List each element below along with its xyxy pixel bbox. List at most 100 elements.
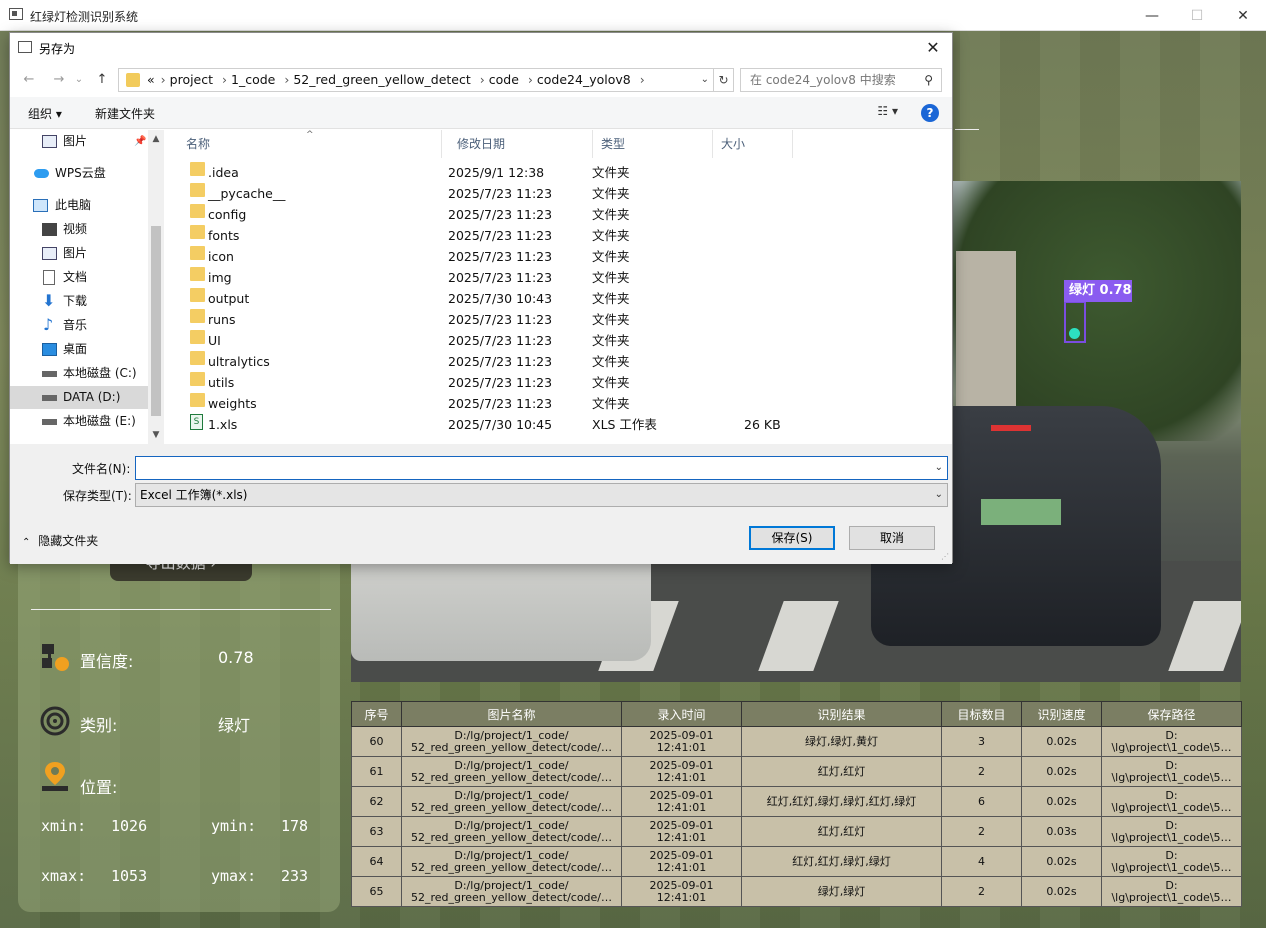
sort-up-icon: ^ xyxy=(306,130,314,140)
column-header-date[interactable]: 修改日期 xyxy=(449,130,593,158)
cell-result: 红灯,红灯,绿灯,绿灯,红灯,绿灯 xyxy=(741,786,942,817)
header-path[interactable]: 保存路径 xyxy=(1101,701,1242,727)
scroll-down-icon[interactable]: ▼ xyxy=(148,430,164,440)
filetype-label: 保存类型(T): xyxy=(63,489,132,503)
pictures-icon xyxy=(42,247,57,260)
hide-folders-toggle[interactable]: ⌃ 隐藏文件夹 xyxy=(22,532,98,549)
breadcrumb-project[interactable]: project xyxy=(170,72,213,87)
file-row-xls[interactable]: S 1.xls 2025/7/30 10:45 XLS 工作表 26 KB xyxy=(178,414,948,435)
search-input[interactable]: 在 code24_yolov8 中搜索 ⚲ xyxy=(740,68,942,92)
chevron-down-icon[interactable]: ⌄ xyxy=(935,457,943,479)
nav-item-downloads[interactable]: ⬇ 下载 xyxy=(10,290,148,313)
cancel-button[interactable]: 取消 xyxy=(849,526,935,550)
organize-button[interactable]: 组织 ▾ xyxy=(28,105,62,122)
ymax-value: 233 xyxy=(281,867,309,885)
folder-icon xyxy=(190,288,205,302)
header-id[interactable]: 序号 xyxy=(351,701,402,727)
table-row[interactable]: 63 D:/lg/project/1_code/52_red_green_yel… xyxy=(351,816,1242,847)
table-row[interactable]: 61 D:/lg/project/1_code/52_red_green_yel… xyxy=(351,756,1242,787)
file-type: 文件夹 xyxy=(592,228,630,243)
save-as-dialog: 另存为 ✕ ← → ⌄ ↑ «› project › 1_code › 52_red… xyxy=(9,32,953,564)
cell-speed: 0.02s xyxy=(1021,876,1102,907)
new-folder-button[interactable]: 新建文件夹 xyxy=(95,105,155,122)
cell-date: 2025-09-01 xyxy=(649,728,714,742)
desktop-icon xyxy=(42,343,57,356)
file-row-ultralytics[interactable]: ultralytics 2025/7/23 11:23 文件夹 xyxy=(178,351,948,372)
close-window-button[interactable]: ✕ xyxy=(1220,0,1266,31)
nav-item-drive-c[interactable]: 本地磁盘 (C:) xyxy=(10,362,148,385)
header-name[interactable]: 图片名称 xyxy=(401,701,622,727)
maximize-button[interactable]: ☐ xyxy=(1174,0,1220,31)
file-row-icon[interactable]: icon 2025/7/23 11:23 文件夹 xyxy=(178,246,948,267)
filetype-select[interactable]: Excel 工作簿(*.xls) ⌄ xyxy=(135,483,948,507)
file-row-output[interactable]: output 2025/7/30 10:43 文件夹 xyxy=(178,288,948,309)
file-row-img[interactable]: img 2025/7/23 11:23 文件夹 xyxy=(178,267,948,288)
file-row-weights[interactable]: weights 2025/7/23 11:23 文件夹 xyxy=(178,393,948,414)
table-row[interactable]: 65 D:/lg/project/1_code/52_red_green_yel… xyxy=(351,876,1242,907)
folder-icon xyxy=(190,183,205,197)
file-row-idea[interactable]: .idea 2025/9/1 12:38 文件夹 xyxy=(178,162,948,183)
cell-path-line1: D: xyxy=(1165,758,1178,772)
cell-result: 红灯,红灯,绿灯,绿灯 xyxy=(741,846,942,877)
nav-item-wps-cloud[interactable]: WPS云盘 xyxy=(10,162,148,185)
nav-item-desktop[interactable]: 桌面 xyxy=(10,338,148,361)
file-name: img xyxy=(208,270,232,285)
nav-item-pictures-pinned[interactable]: 图片 📌 xyxy=(10,130,148,153)
scrollbar-thumb[interactable] xyxy=(151,226,161,416)
header-result[interactable]: 识别结果 xyxy=(741,701,942,727)
breadcrumb-detect[interactable]: 52_red_green_yellow_detect xyxy=(293,72,470,87)
file-row-ui[interactable]: UI 2025/7/23 11:23 文件夹 xyxy=(178,330,948,351)
nav-item-music[interactable]: ♪ 音乐 xyxy=(10,314,148,337)
cell-path-line1: D: xyxy=(1165,728,1178,742)
nav-item-documents[interactable]: 文档 xyxy=(10,266,148,289)
navigation-scrollbar[interactable]: ▲ ▼ xyxy=(148,130,164,444)
breadcrumb-1-code[interactable]: 1_code xyxy=(231,72,275,87)
file-size: 26 KB xyxy=(744,417,781,432)
refresh-button[interactable]: ↻ xyxy=(714,68,734,92)
table-row[interactable]: 62 D:/lg/project/1_code/52_red_green_yel… xyxy=(351,786,1242,817)
file-row-config[interactable]: config 2025/7/23 11:23 文件夹 xyxy=(178,204,948,225)
table-row[interactable]: 60 D:/lg/project/1_code/52_red_green_yel… xyxy=(351,726,1242,757)
nav-item-drive-d[interactable]: DATA (D:) xyxy=(10,386,148,409)
results-table[interactable]: 序号 图片名称 录入时间 识别结果 目标数目 识别速度 保存路径 60 D:/l… xyxy=(351,701,1242,907)
nav-item-label: 图片 xyxy=(63,134,88,148)
minimize-button[interactable]: — xyxy=(1129,0,1175,31)
column-header-size[interactable]: 大小 xyxy=(713,130,793,158)
breadcrumb-code[interactable]: code xyxy=(489,72,519,87)
save-button[interactable]: 保存(S) xyxy=(749,526,835,550)
cell-path: D: \lg\project\1_code\5… xyxy=(1101,786,1242,817)
chevron-down-icon[interactable]: ⌄ xyxy=(701,69,709,91)
address-bar[interactable]: «› project › 1_code › 52_red_green_yellow_… xyxy=(118,68,714,92)
file-name: icon xyxy=(208,249,234,264)
filename-input[interactable]: ⌄ xyxy=(135,456,948,480)
location-pin-icon xyxy=(40,760,70,791)
nav-item-videos[interactable]: 视频 xyxy=(10,218,148,241)
nav-item-drive-e[interactable]: 本地磁盘 (E:) xyxy=(10,410,148,433)
table-row[interactable]: 64 D:/lg/project/1_code/52_red_green_yel… xyxy=(351,846,1242,877)
file-row-runs[interactable]: runs 2025/7/23 11:23 文件夹 xyxy=(178,309,948,330)
back-button[interactable]: ← xyxy=(18,69,40,91)
resize-grip-icon[interactable]: ⋰ xyxy=(941,552,949,561)
breadcrumb-overflow[interactable]: « xyxy=(147,72,155,87)
dialog-close-button[interactable]: ✕ xyxy=(920,36,946,60)
computer-icon xyxy=(33,199,48,212)
help-icon[interactable]: ? xyxy=(921,104,939,122)
column-header-name[interactable]: 名称 ^ xyxy=(178,130,442,158)
nav-item-this-pc[interactable]: 此电脑 xyxy=(10,194,148,217)
file-row-utils[interactable]: utils 2025/7/23 11:23 文件夹 xyxy=(178,372,948,393)
header-time[interactable]: 录入时间 xyxy=(621,701,742,727)
header-speed[interactable]: 识别速度 xyxy=(1021,701,1102,727)
up-folder-button[interactable]: ↑ xyxy=(91,69,113,91)
chevron-down-icon[interactable]: ⌄ xyxy=(935,484,943,506)
view-options-button[interactable]: ☷ ▾ xyxy=(877,104,898,118)
nav-item-pictures[interactable]: 图片 xyxy=(10,242,148,265)
file-row-fonts[interactable]: fonts 2025/7/23 11:23 文件夹 xyxy=(178,225,948,246)
file-row-pycache[interactable]: __pycache__ 2025/7/23 11:23 文件夹 xyxy=(178,183,948,204)
breadcrumb-code24[interactable]: code24_yolov8 xyxy=(537,72,631,87)
forward-button[interactable]: → xyxy=(48,69,70,91)
header-count[interactable]: 目标数目 xyxy=(941,701,1022,727)
scroll-up-icon[interactable]: ▲ xyxy=(148,134,164,144)
column-header-type[interactable]: 类型 xyxy=(593,130,713,158)
cell-date: 2025-09-01 xyxy=(649,788,714,802)
recent-locations-button[interactable]: ⌄ xyxy=(72,69,86,91)
